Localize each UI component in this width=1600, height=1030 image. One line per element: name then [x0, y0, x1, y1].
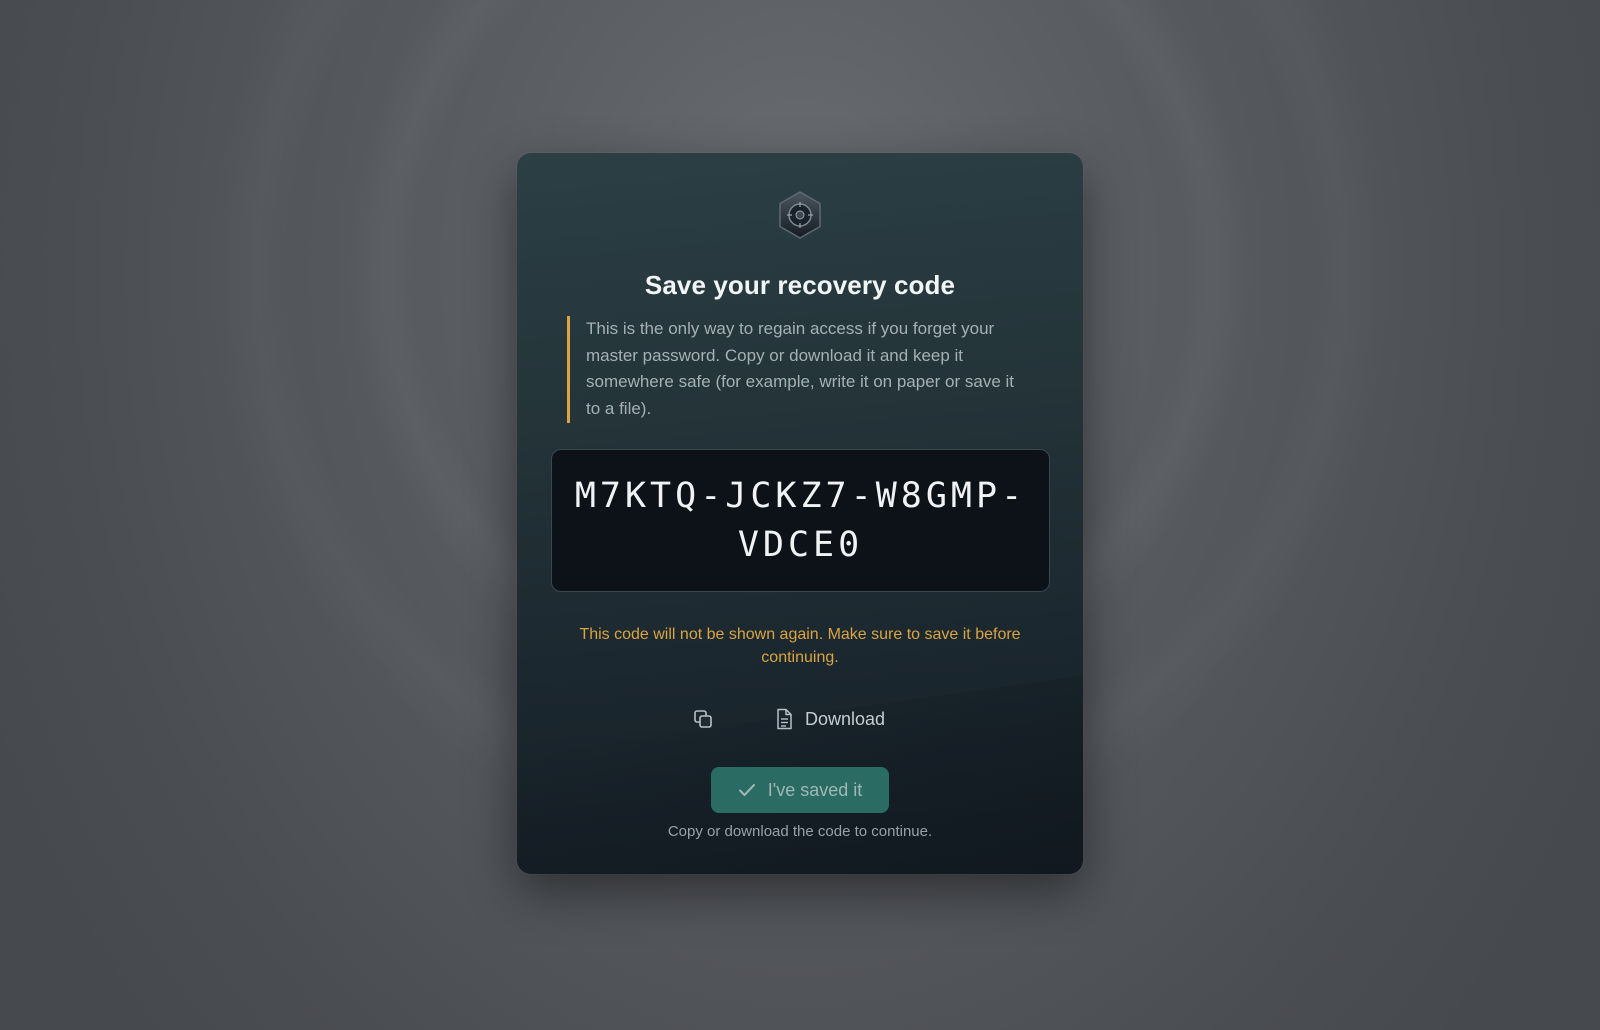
code-actions: Download [517, 703, 1083, 735]
document-icon [777, 708, 792, 730]
recovery-code-line: VDCE0 [737, 525, 864, 565]
confirm-saved-label: I've saved it [767, 779, 863, 800]
copy-button[interactable] [689, 705, 717, 733]
check-icon [738, 784, 755, 796]
app-logo-icon [779, 191, 821, 239]
copy-icon [694, 710, 712, 728]
warning-text: This code will not be shown again. Make … [579, 626, 1021, 666]
recovery-code-line: M7KTQ-JCKZ7-W8GMP- [574, 476, 1027, 516]
recovery-code-dialog: Save your recovery code This is the only… [517, 153, 1083, 874]
download-label: Download [805, 708, 886, 729]
recovery-code-display: M7KTQ-JCKZ7-W8GMP- VDCE0 [551, 449, 1050, 592]
download-button[interactable]: Download [775, 703, 885, 735]
continue-hint: Copy or download the code to continue. [667, 823, 933, 840]
notice-text: This is the only way to regain access if… [567, 316, 1027, 423]
dialog-title: Save your recovery code [644, 270, 956, 300]
confirm-saved-button[interactable]: I've saved it [711, 767, 889, 813]
